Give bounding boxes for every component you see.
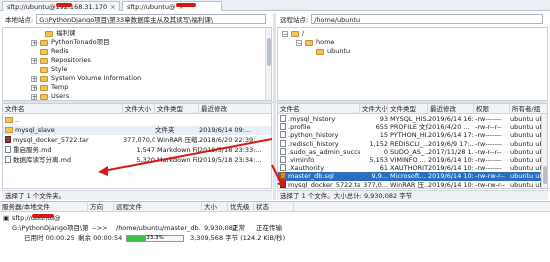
annotation-arrow-left — [102, 138, 273, 172]
annotation-arrows — [98, 138, 286, 188]
arrowhead-icon — [98, 166, 108, 176]
